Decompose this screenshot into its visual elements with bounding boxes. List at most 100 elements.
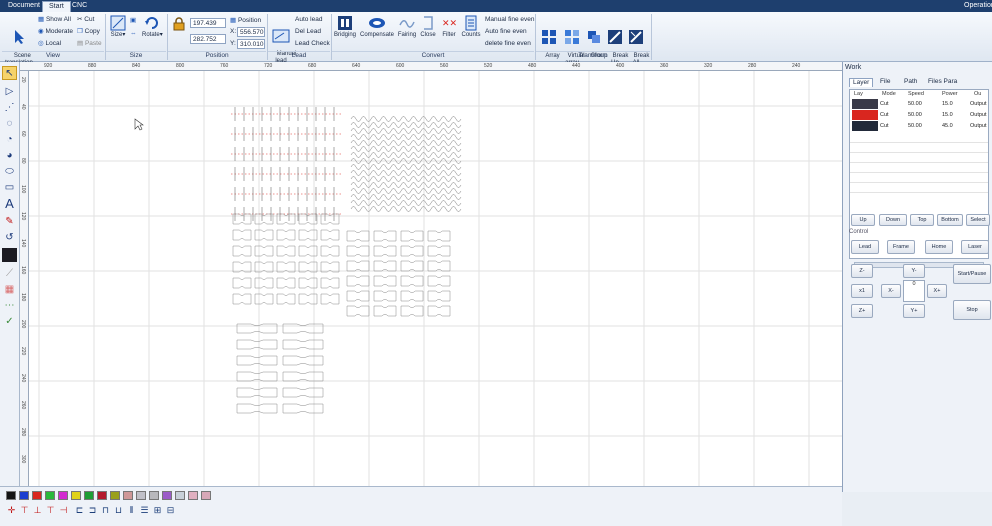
align-icon[interactable]: ▣ bbox=[130, 16, 136, 24]
palette-color-swatch[interactable] bbox=[136, 491, 146, 500]
rotate-button[interactable]: Rotate▾ bbox=[142, 15, 163, 39]
align-top-left-icon[interactable]: ⊤ bbox=[19, 505, 30, 516]
frame-button[interactable]: Frame bbox=[887, 240, 915, 254]
arc-3pt-tool-icon[interactable]: ◕ bbox=[2, 148, 17, 162]
palette-color-swatch[interactable] bbox=[201, 491, 211, 500]
x1-button[interactable]: x1 bbox=[851, 284, 873, 298]
tab-file[interactable]: File bbox=[877, 78, 893, 87]
cut-button[interactable]: ✂ Cut bbox=[77, 15, 94, 23]
size-button[interactable]: Size▾ bbox=[109, 15, 127, 39]
fairing-button[interactable]: Fairing bbox=[396, 15, 418, 39]
filter-button[interactable]: ✕✕ Filter bbox=[440, 15, 458, 39]
align-top-edge-icon[interactable]: ⊓ bbox=[100, 505, 111, 516]
bridging-button[interactable]: Bridging bbox=[334, 15, 356, 39]
palette-color-swatch[interactable] bbox=[45, 491, 55, 500]
text-tool-icon[interactable]: A bbox=[2, 196, 17, 211]
y-field[interactable]: 310.010 bbox=[237, 39, 265, 49]
palette-color-swatch[interactable] bbox=[149, 491, 159, 500]
select-tool-icon[interactable]: ↖ bbox=[2, 66, 17, 80]
layer-color-swatch[interactable] bbox=[852, 99, 878, 109]
palette-color-swatch[interactable] bbox=[188, 491, 198, 500]
down-button[interactable]: Down bbox=[879, 214, 907, 226]
drawing-canvas[interactable] bbox=[29, 71, 842, 486]
del-lead-button[interactable]: Del Lead bbox=[295, 28, 321, 35]
select-button[interactable]: Select bbox=[966, 214, 990, 226]
distribute-horizontal-icon[interactable]: ⫴ bbox=[126, 505, 137, 516]
align-top-icon[interactable]: ⊤ bbox=[45, 505, 56, 516]
align-left-edge-icon[interactable]: ⊏ bbox=[74, 505, 85, 516]
pen-tool-icon[interactable]: ✎ bbox=[2, 214, 17, 228]
stop-button[interactable]: Stop bbox=[953, 300, 991, 320]
moderate-option[interactable]: ◉ Moderate bbox=[38, 27, 73, 35]
center-horizontal-icon[interactable]: ⊞ bbox=[152, 505, 163, 516]
tab-path[interactable]: Path bbox=[901, 78, 920, 87]
palette-color-swatch[interactable] bbox=[110, 491, 120, 500]
palette-color-swatch[interactable] bbox=[6, 491, 16, 500]
lead-check-button[interactable]: Lead Check bbox=[295, 40, 330, 47]
palette-color-swatch[interactable] bbox=[175, 491, 185, 500]
bottom-button[interactable]: Bottom bbox=[937, 214, 963, 226]
distribute-vertical-icon[interactable]: ☰ bbox=[139, 505, 150, 516]
manual-fine-even-button[interactable]: Manual fine even bbox=[485, 16, 535, 23]
top-button[interactable]: Top bbox=[910, 214, 934, 226]
measure-tool-icon[interactable]: ⟋ bbox=[2, 266, 17, 280]
lock-icon[interactable] bbox=[172, 17, 186, 33]
palette-color-swatch[interactable] bbox=[32, 491, 42, 500]
position-y-field[interactable]: 282.752 bbox=[190, 34, 226, 44]
copy-button[interactable]: ❐ Copy bbox=[77, 27, 100, 35]
up-button[interactable]: Up bbox=[851, 214, 875, 226]
circle-tool-icon[interactable]: ◌ bbox=[2, 116, 17, 130]
layer-color-swatch[interactable] bbox=[852, 121, 878, 131]
jog-step-field[interactable]: 0 bbox=[903, 280, 925, 302]
check-tool-icon[interactable]: ✓ bbox=[2, 314, 17, 328]
compensate-button[interactable]: Compensate bbox=[360, 15, 394, 39]
home-button[interactable]: Home bbox=[925, 240, 953, 254]
align-center-icon[interactable]: ✛ bbox=[6, 505, 17, 516]
align-bottom-left-icon[interactable]: ⊥ bbox=[32, 505, 43, 516]
delete-fine-even-button[interactable]: delete fine even bbox=[485, 40, 531, 47]
y-plus-button[interactable]: Y+ bbox=[903, 304, 925, 318]
mirror-icon[interactable]: ⇔ bbox=[130, 30, 137, 37]
show-all-option[interactable]: ▦ Show All bbox=[38, 15, 71, 23]
x-field[interactable]: 556.570 bbox=[237, 27, 265, 37]
palette-color-swatch[interactable] bbox=[71, 491, 81, 500]
layer-row[interactable]: Cut 50.00 15.0 Output bbox=[850, 110, 988, 120]
start-pause-button[interactable]: Start/Pause bbox=[953, 264, 991, 284]
position-x-field[interactable]: 197.439 bbox=[190, 18, 226, 28]
undo-tool-icon[interactable]: ↺ bbox=[2, 230, 17, 244]
z-minus-button[interactable]: Z- bbox=[851, 264, 873, 278]
local-option[interactable]: ◎ Local bbox=[38, 39, 61, 47]
align-bottom-edge-icon[interactable]: ⊔ bbox=[113, 505, 124, 516]
palette-color-swatch[interactable] bbox=[84, 491, 94, 500]
palette-color-swatch[interactable] bbox=[123, 491, 133, 500]
layer-color-swatch[interactable] bbox=[852, 110, 878, 120]
color-fill-tool-icon[interactable] bbox=[2, 248, 17, 262]
laser-button[interactable]: Laser bbox=[961, 240, 989, 254]
palette-color-swatch[interactable] bbox=[19, 491, 29, 500]
dotted-tool-icon[interactable]: ⋯ bbox=[2, 298, 17, 312]
close-button[interactable]: Close bbox=[419, 15, 437, 39]
rectangle-tool-icon[interactable]: ▭ bbox=[2, 180, 17, 194]
hatch-tool-icon[interactable]: ▦ bbox=[2, 282, 17, 296]
position-button[interactable]: ▦ Position bbox=[230, 16, 261, 24]
palette-color-swatch[interactable] bbox=[162, 491, 172, 500]
z-plus-button[interactable]: Z+ bbox=[851, 304, 873, 318]
tab-files-para[interactable]: Files Para bbox=[925, 78, 960, 87]
layer-row[interactable]: Cut 50.00 45.0 Output bbox=[850, 121, 988, 131]
paste-button[interactable]: ▤ Paste bbox=[77, 39, 102, 47]
ellipse-tool-icon[interactable]: ⬭ bbox=[2, 164, 17, 178]
x-minus-button[interactable]: X- bbox=[881, 284, 901, 298]
center-vertical-icon[interactable]: ⊟ bbox=[165, 505, 176, 516]
counts-button[interactable]: Counts bbox=[460, 15, 482, 39]
arc-tool-icon[interactable]: ◔ bbox=[2, 132, 17, 146]
auto-fine-even-button[interactable]: Auto fine even bbox=[485, 28, 527, 35]
layer-row[interactable]: Cut 50.00 15.0 Output bbox=[850, 99, 988, 109]
node-edit-tool-icon[interactable]: ▷ bbox=[2, 84, 17, 98]
tab-document[interactable]: Document bbox=[2, 1, 46, 12]
tab-layer[interactable]: Layer bbox=[849, 78, 874, 87]
lead-button[interactable]: Lead bbox=[851, 240, 879, 254]
x-plus-button[interactable]: X+ bbox=[927, 284, 947, 298]
align-left-icon[interactable]: ⊣ bbox=[58, 505, 69, 516]
palette-color-swatch[interactable] bbox=[97, 491, 107, 500]
y-minus-button[interactable]: Y- bbox=[903, 264, 925, 278]
